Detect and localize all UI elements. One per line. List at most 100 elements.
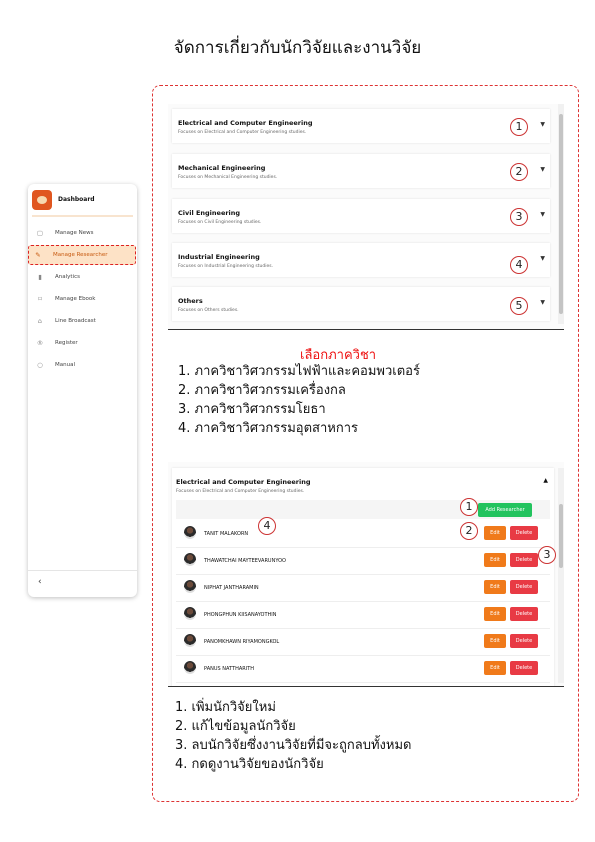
marker-delete: 3 (538, 546, 556, 564)
department-list-panel: Electrical and Computer Engineering Focu… (168, 104, 564, 330)
chevron-up-icon[interactable]: ▲ (543, 477, 548, 484)
delete-button[interactable]: Delete (510, 634, 538, 648)
logo-icon (32, 190, 52, 210)
sidebar-item-analytics[interactable]: ▮ Analytics (31, 268, 134, 286)
avatar (184, 661, 196, 674)
marker-3: 3 (510, 208, 528, 226)
edit-button[interactable]: Edit (484, 526, 506, 540)
avatar (184, 607, 196, 620)
accordion-subtitle: Focuses on Industrial Engineering studie… (178, 264, 274, 269)
accordion-subtitle: Focuses on Mechanical Engineering studie… (178, 175, 278, 180)
table-row: TANIT MALAKORN Edit Delete (176, 520, 550, 548)
marker-name: 4 (258, 517, 276, 535)
table-row: PANUS NATTHARITH Edit Delete (176, 655, 550, 683)
chevron-down-icon[interactable]: ▼ (540, 255, 545, 262)
add-researcher-button[interactable]: Add Researcher (478, 503, 532, 517)
chevron-down-icon[interactable]: ▼ (540, 121, 545, 128)
sidebar-item-label: Manage Ebook (55, 296, 96, 302)
accordion-title: Others (178, 297, 203, 305)
marker-1: 1 (510, 118, 528, 136)
sidebar-item-label: Manage News (55, 230, 94, 236)
accordion-subtitle: Focuses on Others studies. (178, 308, 239, 313)
list-item: 4. ภาควิชาวิศวกรรมอุตสาหการ (178, 421, 358, 436)
delete-button[interactable]: Delete (510, 526, 538, 540)
avatar (184, 553, 196, 566)
list-item: 2. ภาควิชาวิศวกรรมเครื่องกล (178, 383, 346, 398)
sidebar-item-manage-news[interactable]: ▢ Manage News (31, 224, 134, 242)
list-item: 4. กดดูงานวิจัยของนักวิจัย (175, 757, 324, 772)
accordion-electrical[interactable]: Electrical and Computer Engineering Focu… (172, 109, 550, 143)
list-item: 3. ภาควิชาวิศวกรรมโยธา (178, 402, 326, 417)
list-item: 3. ลบนักวิจัยซึ่งงานวิจัยที่มีจะถูกลบทั้… (175, 738, 412, 753)
sidebar-title: Dashboard (58, 196, 95, 203)
table-row: PANOMKHAWN RIYAMONGKOL Edit Delete (176, 628, 550, 656)
sidebar-item-label: Line Broadcast (55, 318, 96, 324)
delete-button[interactable]: Delete (510, 553, 538, 567)
accordion-mechanical[interactable]: Mechanical Engineering Focuses on Mechan… (172, 154, 550, 188)
scrollbar[interactable] (558, 468, 564, 683)
marker-edit: 2 (460, 522, 478, 540)
sidebar-divider (32, 215, 133, 217)
sidebar-item-label: Register (55, 340, 78, 346)
list-item: 2. แก้ไขข้อมูลนักวิจัย (175, 719, 296, 734)
delete-button[interactable]: Delete (510, 580, 538, 594)
researcher-name[interactable]: PHONGPHUN KIISANAYOTHIN (204, 612, 277, 618)
researcher-name[interactable]: THAWATCHAI MAYTEEVARUNYOO (204, 558, 286, 564)
page-title: จัดการเกี่ยวกับนักวิจัยและงานวิจัย (173, 38, 422, 58)
marker-5: 5 (510, 297, 528, 315)
marker-4: 4 (510, 256, 528, 274)
accordion-subtitle: Focuses on Electrical and Computer Engin… (176, 489, 305, 494)
sidebar: Dashboard ▢ Manage News ✎ Manage Researc… (28, 184, 137, 597)
chevron-down-icon[interactable]: ▼ (540, 299, 545, 306)
actions-legend-list: 1. เพิ่มนักวิจัยใหม่ 2. แก้ไขข้อมูลนักวิ… (175, 698, 411, 774)
avatar (184, 526, 196, 539)
sidebar-item-manage-researcher[interactable]: ✎ Manage Researcher (28, 245, 136, 265)
edit-button[interactable]: Edit (484, 634, 506, 648)
researcher-name[interactable]: PANOMKHAWN RIYAMONGKOL (204, 639, 279, 645)
bar-chart-icon: ▮ (38, 273, 42, 281)
sidebar-item-label: Manual (55, 362, 75, 368)
sidebar-item-manual[interactable]: ○ Manual (31, 356, 134, 374)
accordion-others[interactable]: Others Focuses on Others studies. ▼ (172, 287, 550, 321)
accordion-title: Mechanical Engineering (178, 164, 266, 172)
bookmark-icon: ⌑ (38, 295, 42, 303)
marker-2: 2 (510, 163, 528, 181)
researcher-name[interactable]: TANIT MALAKORN (204, 531, 248, 537)
list-item: 1. เพิ่มนักวิจัยใหม่ (175, 700, 276, 715)
accordion-title: Electrical and Computer Engineering (178, 119, 313, 127)
researcher-name[interactable]: PANUS NATTHARITH (204, 666, 254, 672)
edit-icon: ✎ (35, 251, 41, 259)
accordion-industrial[interactable]: Industrial Engineering Focuses on Indust… (172, 243, 550, 277)
accordion-civil[interactable]: Civil Engineering Focuses on Civil Engin… (172, 199, 550, 233)
sidebar-item-label: Manage Researcher (53, 252, 108, 258)
sidebar-item-manage-ebook[interactable]: ⌑ Manage Ebook (31, 290, 134, 308)
table-row: NIPHAT JANTHARAMIN Edit Delete (176, 574, 550, 602)
scrollbar[interactable] (558, 104, 564, 324)
edit-button[interactable]: Edit (484, 580, 506, 594)
chevron-down-icon[interactable]: ▼ (540, 211, 545, 218)
researcher-panel: Electrical and Computer Engineering Focu… (168, 462, 564, 687)
sidebar-header[interactable]: Dashboard (32, 190, 136, 212)
delete-button[interactable]: Delete (510, 661, 538, 675)
sidebar-item-register[interactable]: ® Register (31, 334, 134, 352)
table-row: THAWATCHAI MAYTEEVARUNYOO Edit Delete (176, 547, 550, 575)
list-item: 1. ภาควิชาวิศวกรรมไฟฟ้าและคอมพวเตอร์ (178, 364, 420, 379)
sidebar-item-line-broadcast[interactable]: ⌂ Line Broadcast (31, 312, 134, 330)
chevron-down-icon[interactable]: ▼ (540, 166, 545, 173)
register-icon: ® (36, 339, 44, 347)
accordion-expanded: Electrical and Computer Engineering Focu… (172, 468, 554, 686)
avatar (184, 634, 196, 647)
department-legend-list: 1. ภาควิชาวิศวกรรมไฟฟ้าและคอมพวเตอร์ 2. … (178, 362, 420, 438)
chevron-left-icon[interactable]: ‹ (38, 577, 42, 587)
scrollbar-thumb[interactable] (559, 504, 563, 568)
sidebar-item-label: Analytics (55, 274, 80, 280)
home-icon: ⌂ (37, 317, 43, 325)
edit-button[interactable]: Edit (484, 661, 506, 675)
accordion-title: Industrial Engineering (178, 253, 260, 261)
edit-button[interactable]: Edit (484, 607, 506, 621)
delete-button[interactable]: Delete (510, 607, 538, 621)
scrollbar-thumb[interactable] (559, 114, 563, 314)
researcher-name[interactable]: NIPHAT JANTHARAMIN (204, 585, 259, 591)
toolbar: Add Researcher (176, 500, 550, 519)
edit-button[interactable]: Edit (484, 553, 506, 567)
